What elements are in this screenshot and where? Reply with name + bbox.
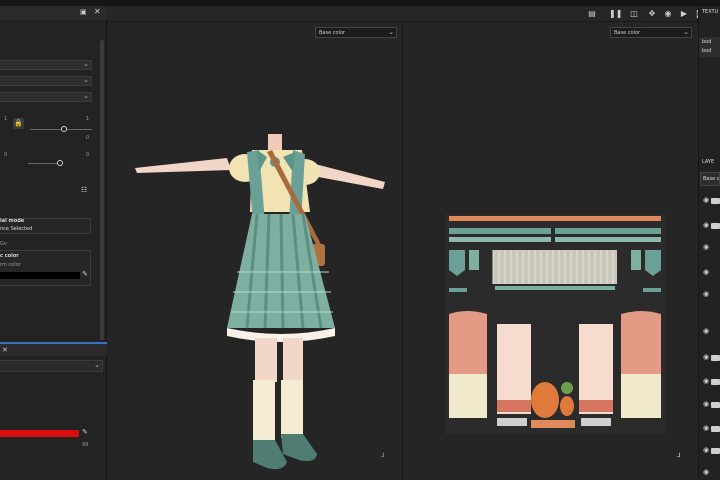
- folder-icon: [711, 198, 720, 204]
- texture-set-item-1[interactable]: bod: [702, 39, 711, 45]
- lower-panel-header: ✕: [0, 342, 107, 356]
- display-settings-icon[interactable]: ▤: [587, 9, 597, 19]
- property-select-1[interactable]: ⌄: [0, 60, 92, 70]
- axis-gizmo-icon: ⅃: [381, 452, 385, 459]
- visibility-eye-icon[interactable]: ◉: [703, 468, 709, 476]
- layers-channel-label: Base c: [703, 176, 720, 182]
- viewport-2d[interactable]: Base color ⌄ ⅃: [403, 22, 698, 480]
- visibility-eye-icon[interactable]: ◉: [703, 196, 709, 204]
- lower-color-swatch[interactable]: [0, 430, 79, 437]
- close-icon[interactable]: ✕: [94, 7, 101, 16]
- folder-icon: [711, 223, 720, 229]
- split-view-icon[interactable]: ◫: [629, 9, 639, 19]
- uv-slider-handle[interactable]: [61, 126, 67, 132]
- gv-label: Gv: [0, 241, 7, 247]
- viewport-mode-icon[interactable]: ◉: [663, 9, 673, 19]
- base-color-swatch[interactable]: [0, 272, 80, 279]
- slider-value: 0: [86, 135, 90, 141]
- visibility-eye-icon[interactable]: ◉: [703, 424, 709, 432]
- folder-icon: [711, 355, 720, 361]
- lower-number: 99: [82, 442, 89, 448]
- camera-pan-icon[interactable]: ✥: [647, 9, 657, 19]
- color-title: c color: [0, 253, 19, 259]
- lock-icon[interactable]: 🔒: [13, 118, 24, 129]
- visibility-eye-icon[interactable]: ◉: [703, 446, 709, 454]
- slider2-value: 0: [86, 152, 90, 158]
- folder-icon: [711, 426, 720, 432]
- visibility-eye-icon[interactable]: ◉: [703, 221, 709, 229]
- folder-icon: [711, 402, 720, 408]
- texture-set-item-2[interactable]: bod: [702, 48, 711, 54]
- slider-min-label: 1: [4, 116, 8, 122]
- slider-max-label: 1: [86, 116, 90, 122]
- color-subtitle: rm color: [0, 262, 21, 268]
- channel-select-2d[interactable]: Base color ⌄: [610, 27, 692, 38]
- character-model: [135, 134, 385, 470]
- visibility-eye-icon[interactable]: ◉: [703, 353, 709, 361]
- panel-float-icon[interactable]: ▣: [80, 8, 87, 16]
- pause-icon[interactable]: ❚❚: [609, 9, 622, 19]
- panel-header: ▣ ✕: [0, 6, 107, 20]
- properties-panel: ▣ ✕ ⌄ ⌄ ⌄ 1 🔒 1 0 0 0 ☷ ial mode nce Sel…: [0, 6, 107, 480]
- mode-subtitle: nce Selected: [0, 226, 33, 232]
- texture-panel-title: TEXTU: [702, 9, 719, 15]
- visibility-eye-icon[interactable]: ◉: [703, 400, 709, 408]
- property-select-2[interactable]: ⌄: [0, 76, 92, 86]
- uv-texture-map: [445, 214, 665, 434]
- video-icon[interactable]: ▶: [679, 9, 689, 19]
- property-select-3[interactable]: ⌄: [0, 92, 92, 102]
- viewport-3d[interactable]: Base color ⌄ ⅃: [107, 22, 402, 480]
- filter-icon[interactable]: ☷: [81, 186, 87, 194]
- folder-icon: [711, 448, 720, 454]
- uv-axis-gizmo-icon: ⅃: [677, 452, 681, 459]
- layers-panel-title: LAYE: [702, 159, 715, 165]
- slider2-left-value: 0: [4, 152, 8, 158]
- mode-title: ial mode: [0, 218, 25, 224]
- visibility-eye-icon[interactable]: ◉: [703, 243, 709, 251]
- slider2-handle[interactable]: [57, 160, 63, 166]
- folder-icon: [711, 379, 720, 385]
- visibility-eye-icon[interactable]: ◉: [703, 290, 709, 298]
- close-icon[interactable]: ✕: [2, 346, 8, 354]
- panel-scrollbar[interactable]: [100, 40, 104, 340]
- lower-select[interactable]: ⌄: [0, 360, 103, 372]
- eyedropper-icon[interactable]: ✎: [82, 270, 88, 278]
- channel-select-2d-label: Base color: [614, 30, 641, 36]
- visibility-eye-icon[interactable]: ◉: [703, 327, 709, 335]
- eyedropper-icon[interactable]: ✎: [82, 428, 88, 436]
- viewport-toolbar: ▤ ❚❚ ◫ ✥ ◉ ▶ ◙: [107, 6, 704, 22]
- visibility-eye-icon[interactable]: ◉: [703, 377, 709, 385]
- visibility-eye-icon[interactable]: ◉: [703, 268, 709, 276]
